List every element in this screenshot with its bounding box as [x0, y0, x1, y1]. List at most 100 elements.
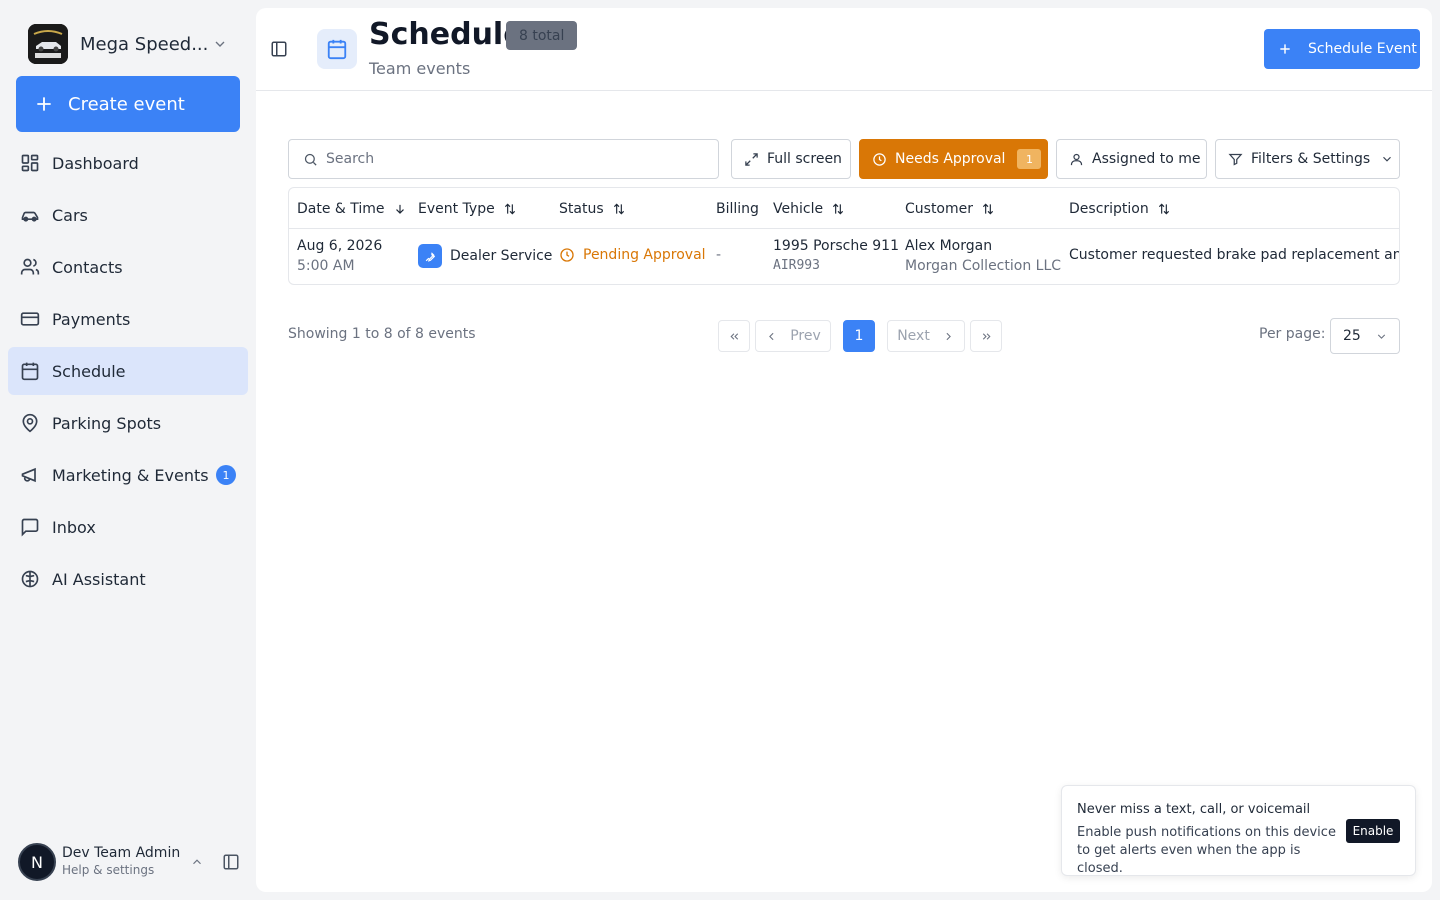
total-badge: 8 total — [506, 21, 578, 50]
first-page-button[interactable] — [718, 320, 750, 352]
last-page-button[interactable] — [970, 320, 1002, 352]
column-header-date-time[interactable]: Date & Time — [297, 188, 407, 229]
column-header-status[interactable]: Status — [559, 188, 626, 229]
map-pin-icon — [22, 413, 38, 433]
results-summary: Showing 1 to 8 of 8 events — [288, 326, 476, 342]
page-title: Schedule — [369, 17, 524, 52]
main-content: Schedule 8 total Team events Schedule Ev… — [256, 8, 1432, 892]
sidebar-item-parking-spots[interactable]: Parking Spots — [8, 399, 248, 447]
per-page-select[interactable]: 25 — [1330, 318, 1400, 354]
sort-icon — [832, 203, 844, 214]
credit-card-icon — [20, 312, 40, 326]
clock-icon — [873, 152, 886, 166]
sort-icon — [613, 203, 624, 214]
sidebar-item-cars[interactable]: Cars — [8, 191, 248, 239]
toast-body: Enable push notifications on this device… — [1077, 825, 1336, 876]
column-label: Date & Time — [297, 200, 385, 217]
event-date: Aug 6, 2026 — [297, 238, 383, 254]
clock-icon — [560, 248, 574, 262]
create-event-button[interactable]: Create event — [16, 76, 240, 132]
sidebar-item-inbox[interactable]: Inbox — [8, 503, 248, 551]
event-type-label: Dealer Service — [450, 248, 553, 264]
prev-page-button[interactable]: Prev — [755, 320, 831, 352]
chevrons-left-icon — [729, 332, 738, 340]
org-logo — [28, 24, 68, 64]
sidebar-item-label: Payments — [52, 309, 131, 329]
sidebar-item-label: Parking Spots — [52, 413, 162, 433]
enable-notifications-button[interactable]: Enable — [1346, 819, 1400, 843]
chevron-left-icon — [769, 332, 774, 340]
needs-approval-button[interactable]: Needs Approval 1 — [859, 139, 1048, 179]
prev-label: Prev — [790, 328, 821, 344]
schedule-event-label: Schedule Event — [1308, 41, 1417, 57]
customer-name: Alex Morgan — [905, 238, 993, 254]
sidebar-item-schedule[interactable]: Schedule — [8, 347, 248, 395]
chevron-right-icon — [946, 332, 951, 340]
page-button[interactable]: 1 — [843, 320, 875, 352]
contacts-icon — [20, 258, 40, 275]
sidebar-item-label: Inbox — [52, 517, 96, 537]
sidebar-item-label: AI Assistant — [52, 569, 146, 589]
sidebar-item-label: Marketing & Events — [52, 465, 209, 485]
sort-icon — [982, 203, 994, 214]
column-header-billing: Billing — [716, 188, 759, 229]
chevron-down-icon — [215, 41, 225, 47]
wrench-icon — [418, 244, 442, 268]
sort-icon — [504, 203, 515, 214]
plus-icon — [1280, 44, 1290, 54]
chevron-down-icon — [1377, 333, 1385, 339]
license-plate: AIR993 — [773, 258, 820, 273]
sidebar-item-dashboard[interactable]: Dashboard — [8, 139, 248, 187]
user-subtitle: Help & settings — [62, 863, 155, 877]
cell-status: Pending Approval — [559, 247, 706, 263]
panel-left-icon[interactable] — [222, 853, 240, 871]
next-page-button[interactable]: Next — [887, 320, 965, 352]
cell-date-time: Aug 6, 2026 5:00 AM — [297, 236, 382, 276]
sidebar-toggle-icon[interactable] — [270, 40, 288, 58]
expand-icon — [745, 152, 758, 166]
user-menu[interactable]: N Dev Team Admin Help & settings — [18, 842, 240, 882]
sort-icon — [1158, 203, 1169, 214]
user-icon — [1070, 153, 1083, 165]
column-header-customer[interactable]: Customer — [905, 188, 995, 229]
plus-icon — [37, 97, 51, 111]
sidebar-item-contacts[interactable]: Contacts — [8, 243, 248, 291]
cell-event-type: Dealer Service — [418, 244, 552, 268]
customer-company: Morgan Collection LLC — [905, 258, 1062, 274]
search-icon — [304, 153, 317, 166]
megaphone-icon — [21, 467, 36, 483]
column-label: Status — [559, 200, 604, 217]
chevron-down-icon — [1383, 156, 1392, 162]
column-header-description[interactable]: Description — [1069, 188, 1171, 229]
cell-vehicle: 1995 Porsche 911 AIR993 — [773, 236, 899, 276]
needs-approval-label: Needs Approval — [895, 151, 1006, 167]
per-page-label: Per page: — [1259, 326, 1326, 342]
org-switcher[interactable]: Mega Speed... — [28, 24, 240, 64]
brain-icon — [21, 570, 39, 588]
fullscreen-button[interactable]: Full screen — [731, 139, 851, 179]
search-input[interactable]: Search — [288, 139, 719, 179]
column-header-vehicle[interactable]: Vehicle — [773, 188, 845, 229]
sidebar-item-label: Cars — [52, 205, 88, 225]
assigned-to-me-button[interactable]: Assigned to me — [1056, 139, 1207, 179]
org-name: Mega Speed... — [80, 33, 209, 55]
sidebar-item-label: Contacts — [52, 257, 123, 277]
column-header-event-type[interactable]: Event Type — [418, 188, 517, 229]
event-time: 5:00 AM — [297, 258, 355, 274]
page-subtitle: Team events — [369, 59, 471, 78]
calendar-icon — [327, 39, 347, 60]
sidebar-item-payments[interactable]: Payments — [8, 295, 248, 343]
cell-billing: - — [716, 247, 722, 263]
filters-settings-label: Filters & Settings — [1251, 151, 1371, 167]
search-placeholder: Search — [326, 151, 375, 167]
column-label: Billing — [716, 200, 759, 217]
chevron-up-icon — [193, 859, 201, 865]
avatar: N — [18, 843, 56, 881]
sidebar-item-marketing-events[interactable]: Marketing & Events 1 — [8, 451, 248, 499]
filter-icon — [1228, 153, 1243, 166]
table-header: Date & Time Event Type Status Billing Ve… — [289, 188, 1399, 229]
sidebar-item-ai-assistant[interactable]: AI Assistant — [8, 555, 248, 603]
filters-settings-button[interactable]: Filters & Settings — [1215, 139, 1400, 179]
schedule-event-button[interactable]: Schedule Event — [1264, 29, 1420, 69]
create-event-label: Create event — [68, 93, 185, 115]
